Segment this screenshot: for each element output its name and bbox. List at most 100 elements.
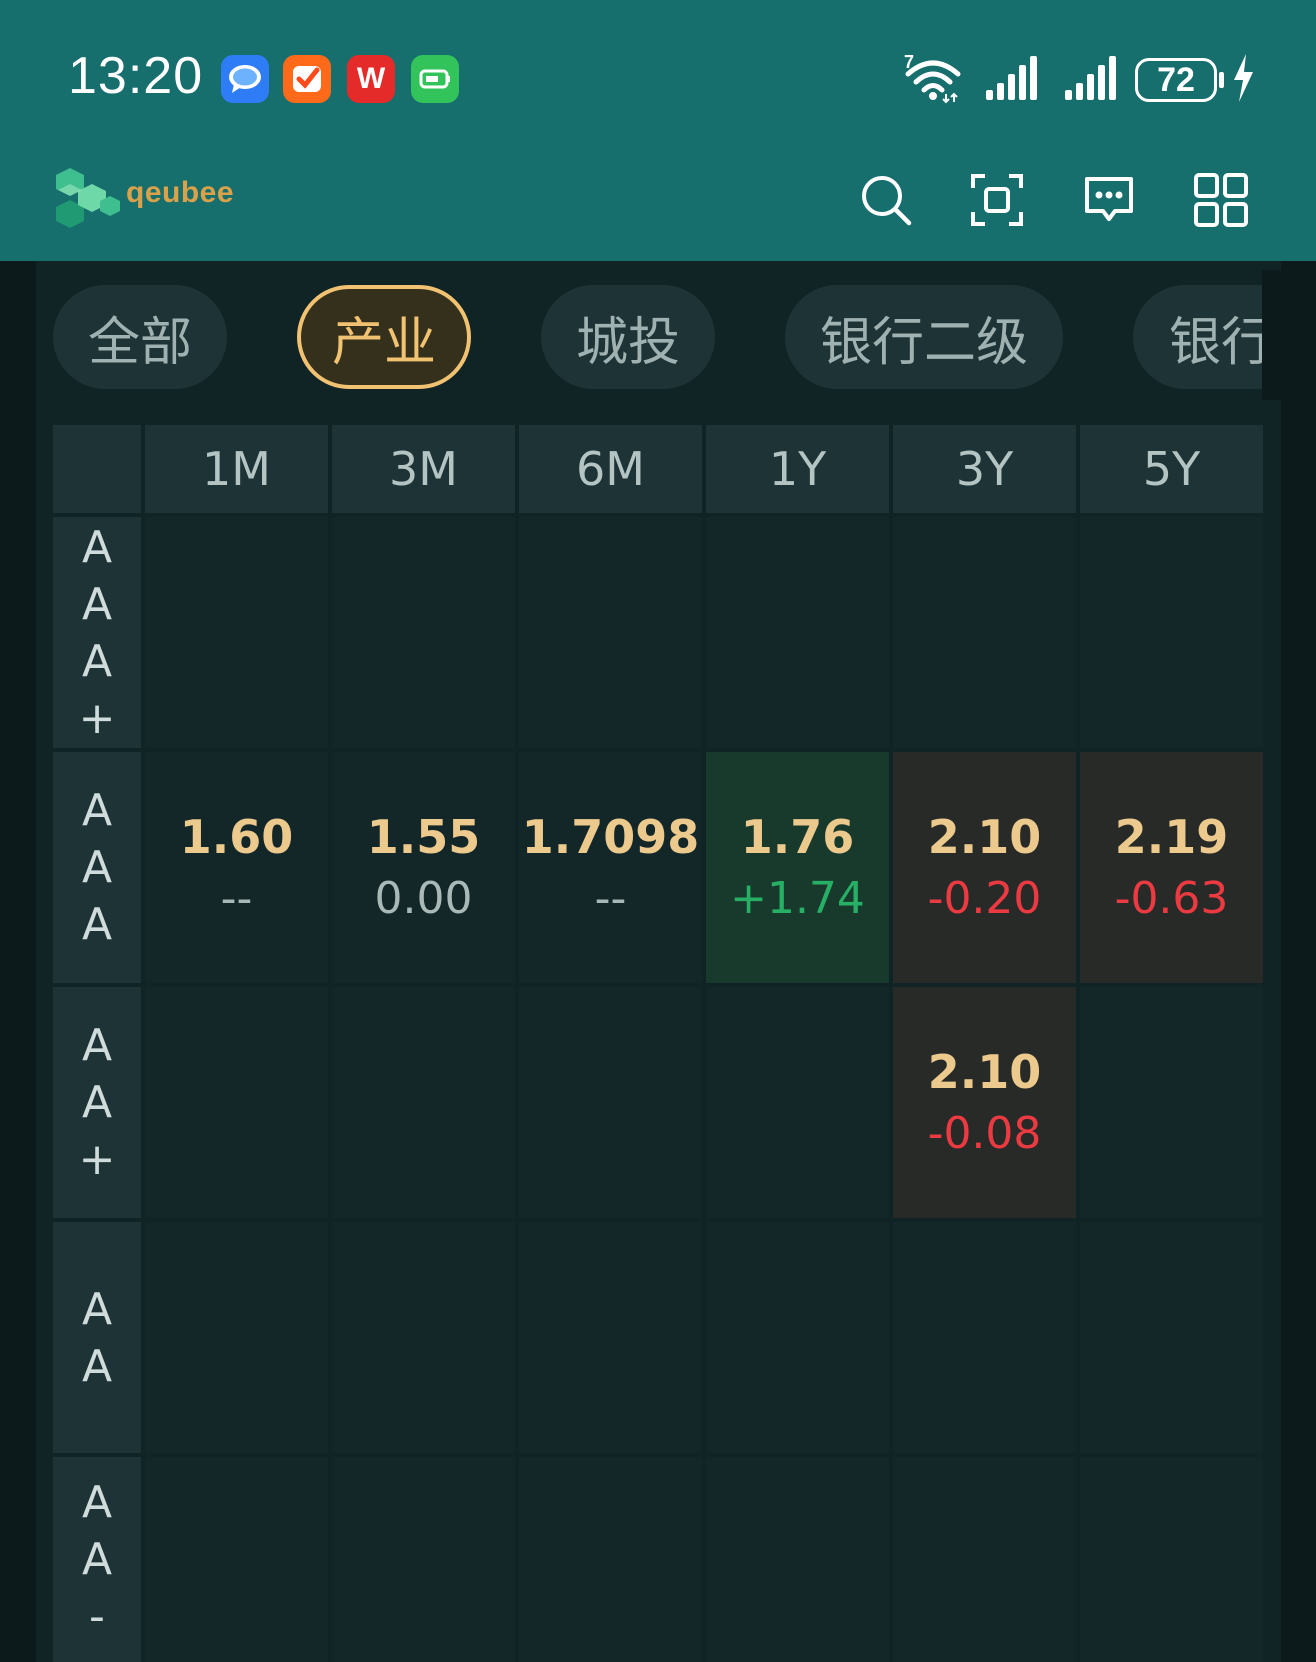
yield-change: +1.74	[730, 872, 865, 924]
yield-cell[interactable]	[706, 987, 889, 1218]
tasks-icon	[283, 55, 331, 103]
messages-icon	[221, 55, 269, 103]
menu-grid-button[interactable]	[1191, 170, 1251, 230]
scan-icon	[971, 174, 1023, 226]
rating-char: A	[81, 899, 113, 950]
yield-cell[interactable]	[332, 517, 515, 748]
search-button[interactable]	[856, 170, 916, 230]
tab-bank-tier2[interactable]: 银行二级	[785, 285, 1063, 389]
logo-icon[interactable]	[52, 166, 122, 236]
yield-cell[interactable]	[519, 987, 702, 1218]
yield-cell[interactable]: 1.76 +1.74	[706, 752, 889, 983]
yield-cell[interactable]	[893, 1457, 1076, 1662]
search-icon	[862, 176, 912, 226]
logo-text: qeubee	[126, 176, 235, 209]
yield-cell[interactable]	[1080, 1457, 1263, 1662]
rating-label-row-4: AA -	[53, 1457, 141, 1662]
yield-cell[interactable]	[145, 1457, 328, 1662]
left-gutter	[0, 261, 36, 1662]
signal-icon-2	[1063, 50, 1119, 106]
yield-cell[interactable]: 2.10 -0.08	[893, 987, 1076, 1218]
scan-button[interactable]	[967, 170, 1027, 230]
battery-tip	[1219, 72, 1224, 88]
rating-label-row-1: AAA	[53, 752, 141, 983]
rating-char: A	[81, 635, 113, 687]
battery-app-icon	[411, 55, 459, 103]
column-header-5y[interactable]: 5Y	[1080, 425, 1263, 513]
rating-char: A	[81, 842, 113, 893]
rating-char: A	[81, 1020, 113, 1071]
column-header-3m[interactable]: 3M	[332, 425, 515, 513]
battery-level: 72	[1157, 60, 1195, 99]
tab-chengtou[interactable]: 城投	[541, 285, 715, 389]
yield-cell[interactable]: 1.7098 --	[519, 752, 702, 983]
yield-change: -0.20	[927, 872, 1042, 924]
yield-cell[interactable]	[706, 517, 889, 748]
yield-cell[interactable]	[1080, 517, 1263, 748]
message-icon	[1085, 177, 1133, 221]
message-button[interactable]	[1079, 170, 1139, 230]
yield-change: 0.00	[374, 872, 473, 924]
tab-industry[interactable]: 产业	[297, 285, 471, 389]
rating-char: A	[81, 578, 113, 630]
yield-rate: 1.76	[740, 809, 855, 864]
rating-char: +	[78, 1134, 116, 1185]
yield-rate: 1.55	[366, 809, 481, 864]
yield-change: -0.08	[927, 1107, 1042, 1159]
rating-char: A	[81, 521, 113, 573]
yield-cell[interactable]	[893, 517, 1076, 748]
column-header-6m[interactable]: 6M	[519, 425, 702, 513]
status-bar: 13:20 W 7 72	[0, 0, 1316, 150]
yield-rate: 2.19	[1114, 809, 1229, 864]
yield-cell[interactable]	[1080, 1222, 1263, 1453]
yield-cell[interactable]	[519, 517, 702, 748]
app-bar: qeubee	[0, 150, 1316, 261]
yield-cell[interactable]	[145, 517, 328, 748]
yield-cell[interactable]	[332, 1222, 515, 1453]
column-header-1m[interactable]: 1M	[145, 425, 328, 513]
yield-rate: 2.10	[927, 1044, 1042, 1099]
rating-char: A	[81, 1534, 113, 1585]
yield-cell[interactable]	[332, 1457, 515, 1662]
yield-cell[interactable]	[706, 1457, 889, 1662]
wifi-icon: 7	[902, 50, 964, 106]
column-header-1y[interactable]: 1Y	[706, 425, 889, 513]
yield-change: --	[220, 872, 253, 924]
rating-char: A	[81, 1477, 113, 1528]
yield-cell[interactable]	[332, 987, 515, 1218]
yield-cell[interactable]	[706, 1222, 889, 1453]
right-gutter	[1281, 261, 1316, 1662]
wps-icon: W	[347, 55, 395, 103]
yield-cell[interactable]: 2.19 -0.63	[1080, 752, 1263, 983]
yield-cell[interactable]: 2.10 -0.20	[893, 752, 1076, 983]
yield-rate: 1.7098	[521, 809, 700, 864]
header-corner	[53, 425, 141, 513]
yield-cell[interactable]	[145, 1222, 328, 1453]
rating-char: +	[78, 692, 116, 744]
yield-cell[interactable]	[519, 1457, 702, 1662]
rating-label-row-3: AA	[53, 1222, 141, 1453]
yield-cell[interactable]	[145, 987, 328, 1218]
column-header-3y[interactable]: 3Y	[893, 425, 1076, 513]
yield-cell[interactable]: 1.55 0.00	[332, 752, 515, 983]
yield-cell[interactable]	[1080, 987, 1263, 1218]
tab-all[interactable]: 全部	[53, 285, 227, 389]
rating-char: A	[81, 785, 113, 836]
rating-char: A	[81, 1340, 113, 1392]
yield-change: -0.63	[1114, 872, 1229, 924]
charging-icon	[1228, 50, 1258, 106]
grid-menu-icon	[1194, 173, 1248, 227]
status-time: 13:20	[68, 47, 204, 105]
yield-rate: 1.60	[179, 809, 294, 864]
rating-char: A	[81, 1283, 113, 1335]
rating-char: -	[89, 1591, 105, 1642]
yield-rate: 2.10	[927, 809, 1042, 864]
yield-cell[interactable]: 1.60 --	[145, 752, 328, 983]
rating-label-row-2: A A +	[53, 987, 141, 1218]
yield-cell[interactable]	[893, 1222, 1076, 1453]
header: 13:20 W 7 72 qeubee	[0, 0, 1316, 261]
rating-char: A	[81, 1077, 113, 1128]
tabs-clip	[1262, 270, 1316, 400]
battery-indicator: 72	[1135, 58, 1217, 102]
yield-cell[interactable]	[519, 1222, 702, 1453]
